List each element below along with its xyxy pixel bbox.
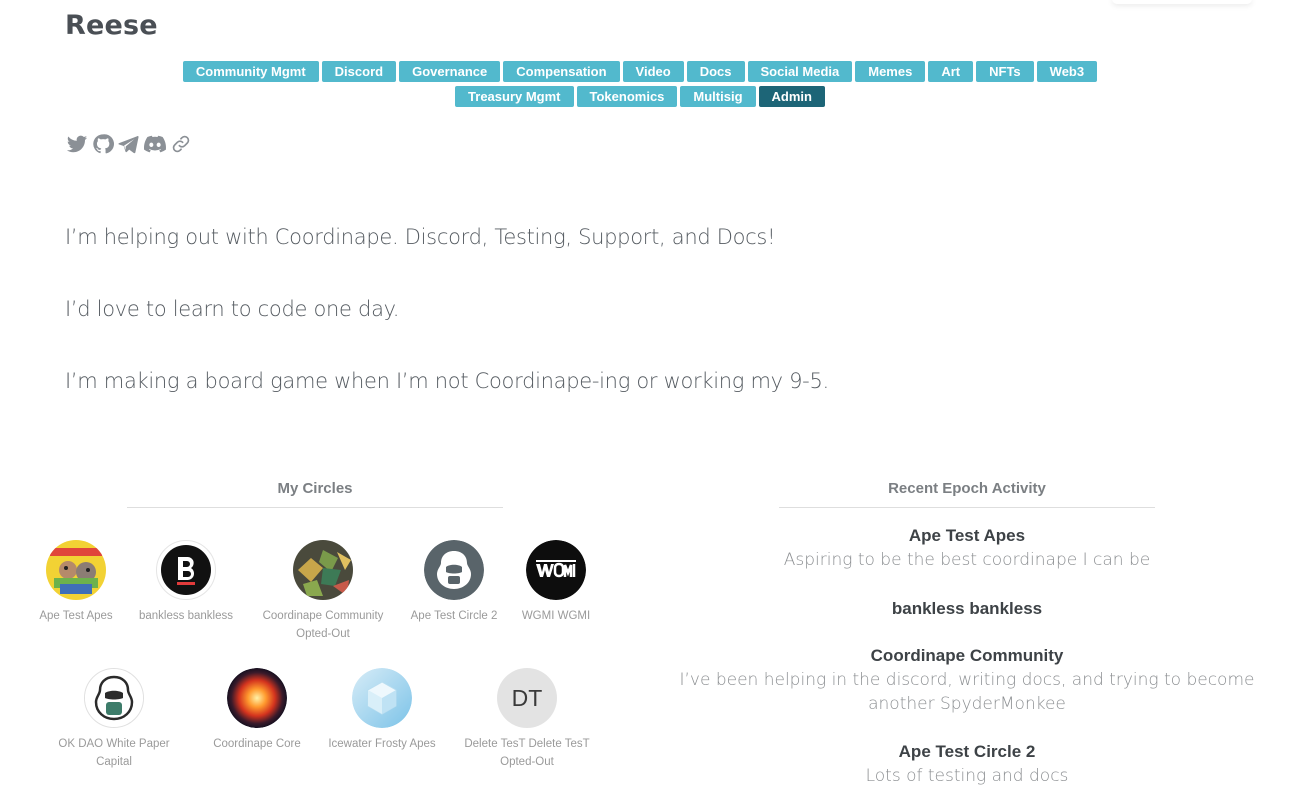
opted-out-label: Opted-Out — [500, 756, 554, 768]
activity-circle-name: Coordinape Community — [870, 646, 1064, 665]
skill-tag: Multisig — [680, 86, 756, 107]
circle-label: Delete TesT Delete TesT Opted-Out — [452, 735, 602, 771]
link-icon[interactable] — [171, 134, 191, 154]
circle-item[interactable]: WGMI WGMI — [481, 540, 631, 625]
circle-avatar — [526, 540, 586, 600]
top-right-card-edge — [1112, 0, 1252, 4]
recent-activity-title: Recent Epoch Activity — [888, 480, 1046, 497]
skill-tag: Compensation — [503, 61, 620, 82]
circle-item[interactable]: Icewater Frosty Apes — [307, 668, 457, 753]
activity-circle-name: Ape Test Circle 2 — [898, 742, 1036, 761]
activity-text: Aspiring to be the best coordinape I can… — [783, 550, 1151, 570]
bio-paragraph: I’m making a board game when I’m not Coo… — [65, 369, 829, 393]
opted-out-label: Opted-Out — [296, 628, 350, 640]
circle-avatar — [352, 668, 412, 728]
skill-tag: Web3 — [1036, 61, 1098, 82]
skill-tag: Docs — [686, 61, 745, 82]
skill-tag: Treasury Mgmt — [455, 86, 574, 107]
circle-label: WGMI WGMI — [521, 610, 591, 622]
skill-tag: Discord — [321, 61, 397, 82]
bio-paragraph: I’m helping out with Coordinape. Discord… — [65, 225, 776, 249]
circle-item[interactable]: Coordinape Community Opted-Out — [248, 540, 398, 643]
circle-name: Delete TesT Delete TesT — [464, 738, 590, 750]
circle-item[interactable]: DT Delete TesT Delete TesT Opted-Out — [452, 668, 602, 771]
twitter-icon[interactable] — [65, 133, 89, 155]
circle-avatar — [46, 540, 106, 600]
circle-label: OK DAO White Paper Capital — [58, 738, 170, 768]
circle-item[interactable]: bankless bankless — [111, 540, 261, 625]
activity-text: I’ve been helping in the discord, writin… — [679, 670, 1255, 714]
circle-name: Coordinape Community — [262, 610, 384, 622]
skill-tag: Community Mgmt — [182, 61, 319, 82]
circle-label: bankless bankless — [139, 610, 233, 622]
skill-tag-selected: Admin — [758, 86, 825, 107]
circle-item[interactable]: OK DAO White Paper Capital — [39, 668, 189, 771]
bio-paragraph: I’d love to learn to code one day. — [65, 297, 400, 321]
github-icon[interactable] — [92, 133, 114, 155]
activity-circle-name: Ape Test Apes — [908, 526, 1026, 545]
skill-tag: Governance — [399, 61, 501, 82]
social-links — [65, 133, 191, 155]
my-circles-title: My Circles — [277, 480, 353, 497]
circle-avatar — [156, 540, 216, 600]
discord-icon[interactable] — [142, 133, 168, 155]
circle-avatar: DT — [497, 668, 557, 728]
activity-item: Ape Test Circle 2 Lots of testing and do… — [660, 740, 1274, 788]
skill-tag: Memes — [855, 61, 926, 82]
skill-tag: Art — [928, 61, 974, 82]
activity-text: Lots of testing and docs — [865, 766, 1069, 786]
profile-name: Reese — [65, 10, 158, 41]
circle-avatar — [84, 668, 144, 728]
avatar-initials: DT — [511, 684, 543, 711]
divider — [127, 507, 503, 508]
activity-item: Coordinape Community I’ve been helping i… — [660, 644, 1274, 716]
telegram-icon[interactable] — [117, 133, 139, 155]
skill-tags: Community Mgmt Discord Governance Compen… — [130, 61, 1150, 107]
circle-label: Coordinape Community Opted-Out — [248, 607, 398, 643]
skill-tag: Tokenomics — [576, 86, 678, 107]
activity-item: Ape Test Apes Aspiring to be the best co… — [660, 524, 1274, 572]
skill-tag: NFTs — [976, 61, 1034, 82]
profile-bio: I’m helping out with Coordinape. Discord… — [65, 222, 1165, 438]
activity-item: bankless bankless — [660, 597, 1274, 621]
skill-tag: Social Media — [747, 61, 853, 82]
circle-label: Icewater Frosty Apes — [328, 738, 436, 750]
skill-tag: Video — [622, 61, 684, 82]
circle-avatar — [227, 668, 287, 728]
divider — [779, 507, 1155, 508]
activity-circle-name: bankless bankless — [891, 599, 1043, 618]
circle-avatar — [424, 540, 484, 600]
circle-avatar — [293, 540, 353, 600]
